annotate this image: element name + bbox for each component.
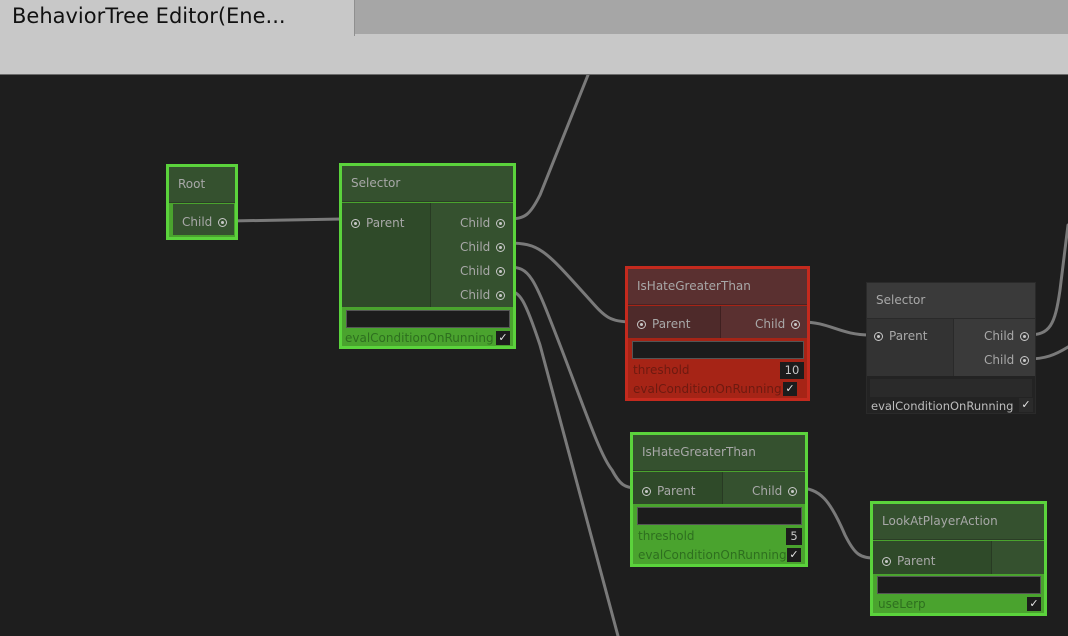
graph-canvas[interactable]: Root Child Selector Parent Child Child C… [0, 75, 1068, 636]
threshold-label: threshold [638, 529, 695, 543]
port-label: Child [984, 353, 1015, 367]
look-at-player-action-node[interactable]: LookAtPlayerAction Parent useLerp ✓ [870, 501, 1047, 616]
eval-label: evalConditionOnRunning [638, 548, 787, 562]
port-label: Child [182, 215, 213, 229]
wire-root-selector [228, 217, 344, 223]
node-title: Selector [876, 293, 926, 307]
use-lerp-label: useLerp [878, 597, 926, 611]
port-pin-icon[interactable] [1020, 355, 1030, 365]
port-pin-icon[interactable] [637, 319, 646, 329]
child-port[interactable]: Child [460, 216, 506, 230]
output-ports [991, 541, 1044, 574]
eval-checkbox[interactable]: ✓ [1019, 398, 1033, 412]
port-pin-icon[interactable] [882, 556, 891, 566]
child-port[interactable]: Child [182, 215, 228, 229]
child-port[interactable]: Child [984, 353, 1030, 367]
node-header: Selector [342, 166, 513, 202]
node-title: IsHateGreaterThan [637, 279, 751, 293]
eval-label: evalConditionOnRunning [633, 382, 782, 396]
editor-tab[interactable]: BehaviorTree Editor(Ene... [0, 0, 355, 36]
threshold-value[interactable]: 10 [780, 362, 804, 379]
node-name-field[interactable] [870, 379, 1032, 397]
eval-checkbox[interactable]: ✓ [783, 382, 797, 396]
port-pin-icon[interactable] [218, 217, 228, 227]
node-title: Root [178, 177, 206, 191]
wire-selector-out-top [506, 75, 590, 221]
node-header: Selector [867, 283, 1035, 319]
threshold-label: threshold [633, 363, 690, 377]
port-pin-icon[interactable] [1020, 331, 1030, 341]
node-name-field[interactable] [877, 576, 1041, 594]
use-lerp-checkbox[interactable]: ✓ [1027, 597, 1041, 611]
node-header: IsHateGreaterThan [628, 269, 807, 305]
port-label: Child [460, 264, 491, 278]
output-ports [953, 319, 1035, 376]
node-header: LookAtPlayerAction [873, 504, 1044, 540]
port-label: Parent [897, 554, 936, 568]
is-hate-greater-than-node[interactable]: IsHateGreaterThan Parent Child threshold… [625, 266, 810, 401]
selector-node[interactable]: Selector Parent Child Child evalConditio… [866, 282, 1036, 414]
is-hate-greater-than-node[interactable]: IsHateGreaterThan Parent Child threshold… [630, 432, 808, 567]
port-pin-icon[interactable] [496, 266, 506, 276]
parent-port[interactable]: Parent [637, 317, 690, 331]
eval-checkbox[interactable]: ✓ [787, 548, 801, 562]
node-name-field[interactable] [632, 341, 804, 359]
tab-title: BehaviorTree Editor(Ene... [12, 4, 286, 28]
selector-node[interactable]: Selector Parent Child Child Child Child … [339, 163, 516, 349]
port-pin-icon[interactable] [874, 331, 883, 341]
node-name-field[interactable] [637, 507, 802, 525]
wire-selector-hate-green [506, 265, 639, 490]
node-title: LookAtPlayerAction [882, 514, 998, 528]
port-label: Parent [889, 329, 928, 343]
toolbar [0, 34, 1068, 75]
port-label: Child [755, 317, 786, 331]
port-pin-icon[interactable] [642, 486, 651, 496]
port-label: Child [752, 484, 783, 498]
child-port[interactable]: Child [984, 329, 1030, 343]
node-name-field[interactable] [346, 310, 510, 328]
port-pin-icon[interactable] [496, 242, 506, 252]
parent-port[interactable]: Parent [351, 216, 404, 230]
node-header: Root [169, 167, 235, 203]
port-label: Child [984, 329, 1015, 343]
child-port[interactable]: Child [755, 317, 801, 331]
port-pin-icon[interactable] [496, 290, 506, 300]
node-title: Selector [351, 176, 401, 190]
eval-label: evalConditionOnRunning [871, 399, 1014, 413]
port-label: Parent [652, 317, 691, 331]
port-pin-icon[interactable] [791, 319, 801, 329]
parent-port[interactable]: Parent [642, 484, 695, 498]
node-title: IsHateGreaterThan [642, 445, 756, 459]
threshold-value[interactable]: 5 [786, 528, 802, 545]
parent-port[interactable]: Parent [882, 554, 935, 568]
port-pin-icon[interactable] [496, 218, 506, 228]
parent-port[interactable]: Parent [874, 329, 927, 343]
input-ports [867, 319, 953, 376]
child-port[interactable]: Child [752, 484, 798, 498]
child-port[interactable]: Child [460, 264, 506, 278]
port-label: Parent [366, 216, 405, 230]
eval-checkbox[interactable]: ✓ [496, 331, 510, 345]
node-header: IsHateGreaterThan [633, 435, 805, 471]
wire-hate-red-selector2 [800, 320, 872, 337]
eval-label: evalConditionOnRunning [345, 331, 494, 345]
port-label: Child [460, 288, 491, 302]
child-port[interactable]: Child [460, 240, 506, 254]
port-label: Child [460, 216, 491, 230]
root-node[interactable]: Root Child [166, 164, 238, 240]
port-label: Parent [657, 484, 696, 498]
port-pin-icon[interactable] [351, 218, 360, 228]
wire-hate-green-look [796, 486, 878, 560]
child-port[interactable]: Child [460, 288, 506, 302]
port-pin-icon[interactable] [788, 486, 798, 496]
wire-selector-down [506, 289, 620, 636]
port-label: Child [460, 240, 491, 254]
